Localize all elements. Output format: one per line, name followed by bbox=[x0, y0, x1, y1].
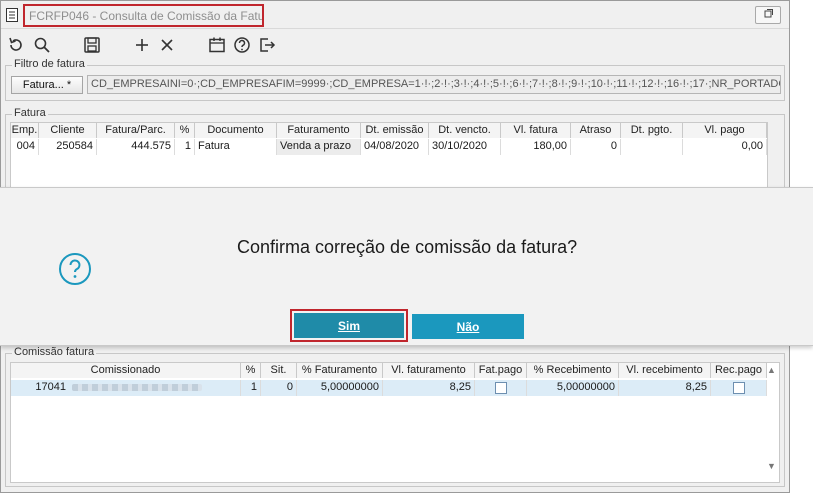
comissao-grid-header: Comissionado % Sit. % Faturamento Vl. fa… bbox=[11, 363, 779, 378]
cell-dt-emissao: 04/08/2020 bbox=[361, 139, 429, 155]
close-icon[interactable] bbox=[157, 35, 177, 55]
cell-comissionado-id: 17041 bbox=[35, 381, 66, 393]
cell-fat-pago bbox=[475, 380, 527, 396]
table-row[interactable]: 004 250584 444.575 1 Fatura Venda a praz… bbox=[11, 139, 767, 155]
col-fatura-parc[interactable]: Fatura/Parc. bbox=[97, 123, 175, 138]
cell-cliente: 250584 bbox=[39, 139, 97, 155]
cell-comissionado-name-redacted bbox=[69, 380, 241, 396]
cell-dt-pgto bbox=[621, 139, 683, 155]
col-perc-faturamento[interactable]: % Faturamento bbox=[297, 363, 383, 378]
comissao-legend: Comissão fatura bbox=[12, 346, 97, 358]
window-title: FCRFP046 - Consulta de Comissão da Fatur… bbox=[23, 4, 264, 27]
cell-vl-pago: 0,00 bbox=[683, 139, 767, 155]
cell-documento: Fatura bbox=[195, 139, 277, 155]
col-dt-emissao[interactable]: Dt. emissão bbox=[361, 123, 429, 138]
cell-emp: 004 bbox=[11, 139, 39, 155]
col-perc-recebimento[interactable]: % Recebimento bbox=[527, 363, 619, 378]
fatura-filter-button[interactable]: Fatura... * bbox=[11, 76, 83, 94]
table-row[interactable]: 17041 1 0 5,00000000 8,25 5,00000000 8,2… bbox=[11, 380, 767, 396]
redacted-name bbox=[72, 384, 202, 391]
cell-perc: 1 bbox=[175, 139, 195, 155]
col-vl-fatura[interactable]: Vl. fatura bbox=[501, 123, 571, 138]
refresh-icon[interactable] bbox=[6, 35, 26, 55]
yes-button[interactable]: Sim bbox=[294, 313, 404, 338]
no-button[interactable]: Não bbox=[412, 314, 524, 339]
title-bar: FCRFP046 - Consulta de Comissão da Fatur… bbox=[1, 1, 789, 29]
col-documento[interactable]: Documento bbox=[195, 123, 277, 138]
col-dt-pgto[interactable]: Dt. pgto. bbox=[621, 123, 683, 138]
search-icon[interactable] bbox=[32, 35, 52, 55]
scroll-up-icon[interactable]: ▲ bbox=[767, 365, 777, 375]
question-icon bbox=[58, 252, 92, 286]
fatura-legend: Fatura bbox=[12, 107, 48, 119]
document-icon bbox=[6, 8, 18, 22]
col-perc[interactable]: % bbox=[241, 363, 261, 378]
cell-dt-vencto: 30/10/2020 bbox=[429, 139, 501, 155]
confirm-dialog: Confirma correção de comissão da fatura?… bbox=[0, 187, 813, 346]
filter-expression-field[interactable]: CD_EMPRESAINI=0·;CD_EMPRESAFIM=9999·;CD_… bbox=[87, 75, 781, 94]
comissao-grid: Comissionado % Sit. % Faturamento Vl. fa… bbox=[10, 362, 780, 483]
save-icon[interactable] bbox=[82, 35, 102, 55]
toolbar bbox=[1, 32, 789, 58]
cell-perc-recebimento: 5,00000000 bbox=[527, 380, 619, 396]
cell-vl-faturamento: 8,25 bbox=[383, 380, 475, 396]
cell-sit: 0 bbox=[261, 380, 297, 396]
add-icon[interactable] bbox=[132, 35, 152, 55]
cell-vl-fatura: 180,00 bbox=[501, 139, 571, 155]
col-atraso[interactable]: Atraso bbox=[571, 123, 621, 138]
restore-button[interactable] bbox=[755, 6, 781, 24]
col-perc[interactable]: % bbox=[175, 123, 195, 138]
scroll-down-icon[interactable]: ▼ bbox=[767, 461, 777, 471]
cell-rec-pago bbox=[711, 380, 767, 396]
col-cliente[interactable]: Cliente bbox=[39, 123, 97, 138]
confirm-message: Confirma correção de comissão da fatura? bbox=[237, 237, 578, 257]
col-sit[interactable]: Sit. bbox=[261, 363, 297, 378]
yes-button-highlight: Sim bbox=[290, 309, 408, 342]
filter-legend: Filtro de fatura bbox=[12, 58, 87, 70]
col-vl-recebimento[interactable]: Vl. recebimento bbox=[619, 363, 711, 378]
col-fat-pago[interactable]: Fat.pago bbox=[475, 363, 527, 378]
fat-pago-checkbox[interactable] bbox=[495, 382, 507, 394]
col-rec-pago[interactable]: Rec.pago bbox=[711, 363, 767, 378]
col-faturamento[interactable]: Faturamento bbox=[277, 123, 361, 138]
col-comissionado[interactable]: Comissionado bbox=[11, 363, 241, 378]
cell-vl-recebimento: 8,25 bbox=[619, 380, 711, 396]
cell-perc: 1 bbox=[241, 380, 261, 396]
help-icon[interactable] bbox=[232, 35, 252, 55]
cell-fatura-parc: 444.575 bbox=[97, 139, 175, 155]
col-dt-vencto[interactable]: Dt. vencto. bbox=[429, 123, 501, 138]
col-vl-pago[interactable]: Vl. pago bbox=[683, 123, 767, 138]
exit-icon[interactable] bbox=[257, 35, 277, 55]
col-vl-faturamento[interactable]: Vl. faturamento bbox=[383, 363, 475, 378]
cell-atraso: 0 bbox=[571, 139, 621, 155]
fatura-grid: Emp. Cliente Fatura/Parc. % Documento Fa… bbox=[10, 122, 768, 188]
cell-perc-faturamento: 5,00000000 bbox=[297, 380, 383, 396]
col-emp[interactable]: Emp. bbox=[11, 123, 39, 138]
rec-pago-checkbox[interactable] bbox=[733, 382, 745, 394]
calendar-icon[interactable] bbox=[207, 35, 227, 55]
cell-faturamento: Venda a prazo bbox=[277, 139, 361, 155]
fatura-grid-header: Emp. Cliente Fatura/Parc. % Documento Fa… bbox=[11, 123, 767, 138]
